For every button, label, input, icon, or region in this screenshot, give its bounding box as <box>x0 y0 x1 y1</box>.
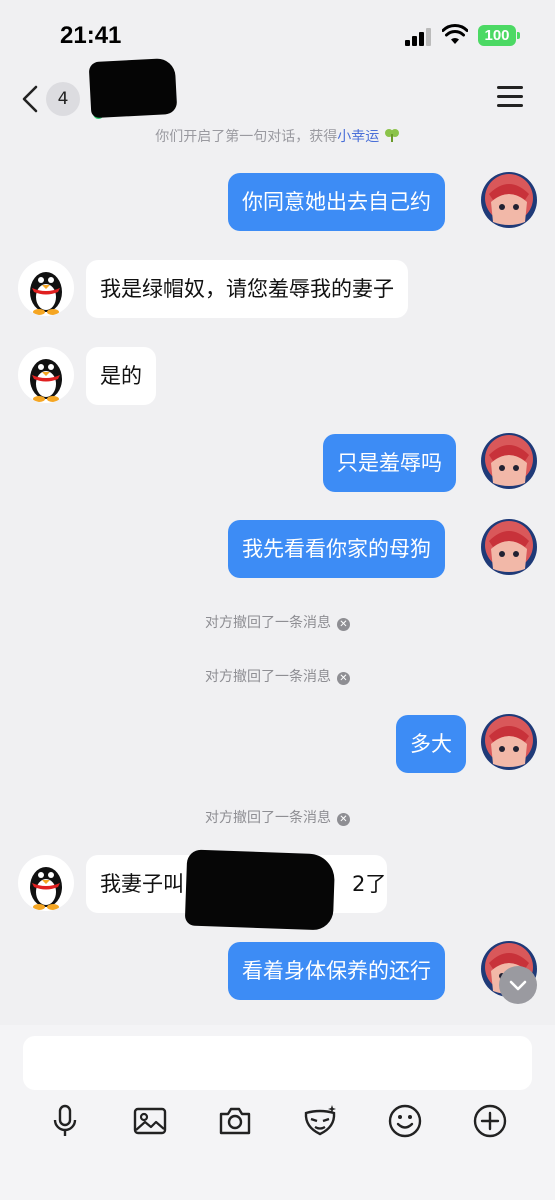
anime-avatar-icon <box>481 714 537 770</box>
penguin-avatar-icon <box>18 855 74 911</box>
message-bubble-incoming[interactable]: 我是绿帽奴，请您羞辱我的妻子 <box>86 260 408 318</box>
message-bubble-incoming[interactable]: 是的 <box>86 347 156 405</box>
message-text-start: 我妻子叫 <box>100 872 184 896</box>
close-icon[interactable]: ✕ <box>337 813 350 826</box>
status-time: 21:41 <box>60 22 122 49</box>
chevron-down-icon <box>509 980 527 991</box>
wifi-icon <box>442 24 468 44</box>
status-bar: 21:41 100 <box>0 0 555 72</box>
clover-icon <box>384 129 399 142</box>
recall-notice-text: 对方撤回了一条消息 <box>205 615 331 631</box>
recall-notice: 对方撤回了一条消息 ✕ <box>0 612 555 632</box>
recall-notice-text: 对方撤回了一条消息 <box>205 810 331 826</box>
my-avatar[interactable] <box>481 172 537 228</box>
signal-icon <box>405 28 433 46</box>
battery-icon: 100 <box>478 25 520 46</box>
anime-avatar-icon <box>481 172 537 228</box>
system-tip: 你们开启了第一句对话，获得小幸运 <box>0 126 555 146</box>
system-tip-link[interactable]: 小幸运 <box>337 129 379 145</box>
mask-icon[interactable] <box>302 1103 338 1139</box>
penguin-avatar-icon <box>18 347 74 403</box>
penguin-avatar-icon <box>18 260 74 316</box>
contact-avatar[interactable] <box>18 855 74 911</box>
emoji-icon[interactable] <box>387 1103 423 1139</box>
message-bubble-outgoing[interactable]: 你同意她出去自己约 <box>228 173 445 231</box>
menu-icon[interactable] <box>497 86 523 108</box>
system-tip-text: 你们开启了第一句对话，获得 <box>155 129 338 145</box>
my-avatar[interactable] <box>481 519 537 575</box>
plus-icon[interactable] <box>472 1103 508 1139</box>
camera-icon[interactable] <box>217 1103 253 1139</box>
recall-notice: 对方撤回了一条消息 ✕ <box>0 666 555 686</box>
close-icon[interactable]: ✕ <box>337 672 350 685</box>
message-bubble-outgoing[interactable]: 只是羞辱吗 <box>323 434 456 492</box>
back-icon[interactable] <box>18 84 42 114</box>
contact-avatar[interactable] <box>18 347 74 403</box>
input-area <box>0 1025 555 1200</box>
contact-avatar[interactable] <box>18 260 74 316</box>
scroll-to-bottom-button[interactable] <box>499 966 537 1004</box>
redacted-message-content <box>184 849 336 931</box>
microphone-icon[interactable] <box>47 1103 83 1139</box>
unread-count-badge[interactable]: 4 <box>46 82 80 116</box>
recall-notice: 对方撤回了一条消息 ✕ <box>0 807 555 827</box>
message-bubble-outgoing[interactable]: 多大 <box>396 715 466 773</box>
anime-avatar-icon <box>481 433 537 489</box>
message-bubble-outgoing[interactable]: 看着身体保养的还行 <box>228 942 445 1000</box>
redacted-contact-name <box>88 57 178 119</box>
message-input[interactable] <box>23 1036 532 1090</box>
anime-avatar-icon <box>481 519 537 575</box>
my-avatar[interactable] <box>481 433 537 489</box>
message-bubble-outgoing[interactable]: 我先看看你家的母狗 <box>228 520 445 578</box>
recall-notice-text: 对方撤回了一条消息 <box>205 669 331 685</box>
my-avatar[interactable] <box>481 714 537 770</box>
close-icon[interactable]: ✕ <box>337 618 350 631</box>
image-icon[interactable] <box>132 1103 168 1139</box>
message-text-end: 2了 <box>352 872 387 896</box>
